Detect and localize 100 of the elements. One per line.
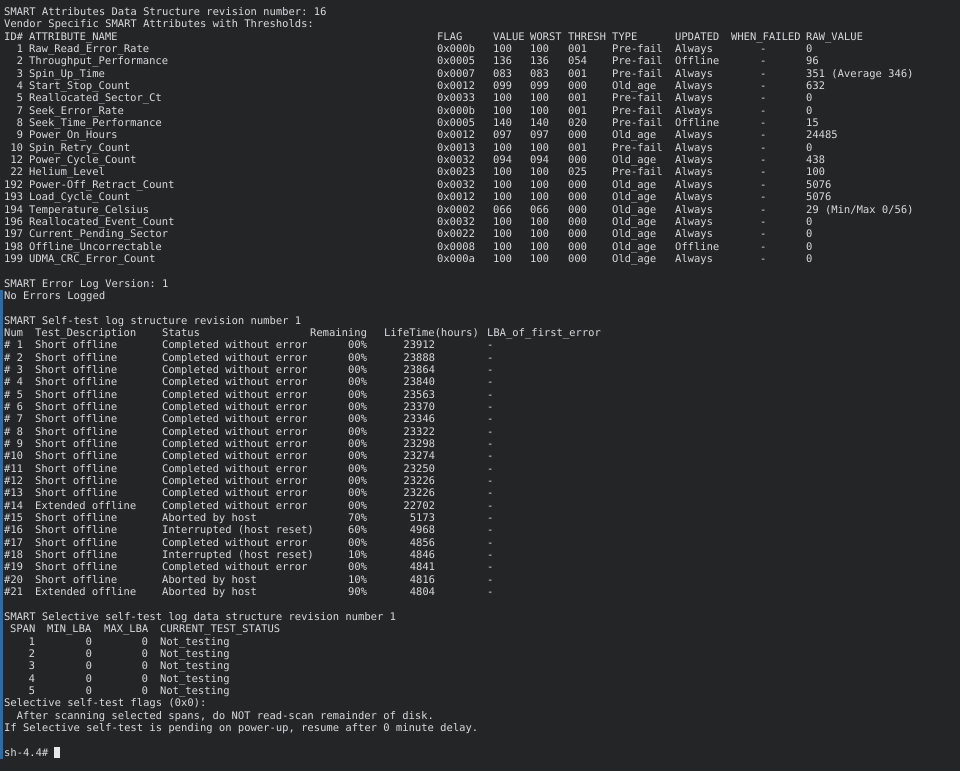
shell-prompt: sh-4.4# [4, 746, 48, 759]
table-cell-text: 4846 [408, 549, 436, 562]
table-cell-text: 0x0013 [437, 142, 476, 154]
table-cell-text: 12 [9, 154, 24, 166]
table-cell-text: 0 [140, 636, 149, 648]
table-cell-text: 100 [530, 166, 550, 179]
table-cell-text: Old_age [612, 191, 658, 204]
table-cell-text: 0 [84, 636, 93, 648]
table-cell-text: 438 [806, 154, 826, 166]
table-cell-text: #15 [4, 512, 24, 524]
table-cell-text: 001 [568, 68, 588, 80]
table-cell-text: - [487, 512, 494, 524]
table-cell-text: - [487, 388, 494, 401]
table-cell-text: - [759, 240, 768, 253]
table-cell-text: Short offline [35, 376, 118, 389]
table-cell-text: Completed without error [162, 339, 308, 352]
table-cell-text: 00% [347, 450, 368, 463]
status-message: No Errors Logged [4, 290, 106, 302]
table-cell-text: Always [675, 129, 714, 142]
section-title: SMART Error Log Version: 1 [4, 278, 170, 290]
column-header: RAW_VALUE [806, 30, 864, 44]
table-cell-text: 96 [806, 55, 820, 68]
table-cell-text: Completed without error [162, 475, 308, 488]
table-cell-text: 23840 [402, 376, 436, 389]
table-cell-text: Throughput_Performance [29, 55, 170, 68]
table-cell-text: 194 [4, 204, 24, 216]
table-cell-text: Not_testing [159, 648, 231, 660]
table-cell-text: - [759, 191, 768, 204]
table-cell-text: 100 [493, 166, 513, 179]
table-cell-text: 00% [347, 462, 368, 476]
table-cell-text: 0 [806, 92, 814, 105]
table-cell-text: 100 [530, 216, 550, 228]
table-cell-text: Temperature_Celsius [29, 204, 150, 216]
table-cell-text: Completed without error [162, 462, 308, 476]
table-cell-text: Pre-fail [612, 166, 664, 179]
table-cell-text: Aborted by host [162, 512, 258, 524]
table-cell-text: 100 [530, 43, 550, 56]
table-cell-text: - [487, 450, 494, 463]
table-cell-text: Pre-fail [612, 104, 664, 118]
column-header: ID# [4, 30, 24, 44]
table-cell-text: 632 [806, 80, 826, 92]
table-cell-text: 100 [530, 228, 550, 241]
table-cell-text: Completed without error [162, 450, 308, 463]
table-cell-text: 23370 [402, 401, 436, 414]
table-cell-text: - [487, 339, 494, 352]
column-header: Test_Description [35, 326, 138, 340]
table-cell-text: Completed without error [162, 388, 308, 401]
table-cell-text: Completed without error [162, 413, 308, 426]
table-cell-text: - [759, 80, 768, 92]
table-cell-text: 0 [806, 104, 814, 118]
column-header: LBA_of_first_error [487, 326, 602, 340]
table-cell-text: 00% [347, 426, 368, 438]
table-cell-text: 100 [493, 142, 513, 154]
table-cell-text: 000 [568, 204, 588, 216]
table-cell-text: Old_age [612, 178, 658, 192]
table-cell-text: Short offline [35, 401, 118, 414]
table-cell-text: Offline_Uncorrectable [29, 240, 163, 253]
table-cell-text: - [487, 352, 494, 364]
table-cell-text: 10% [347, 549, 368, 562]
table-cell-text: Aborted by host [162, 574, 258, 586]
table-cell-text: - [487, 536, 494, 550]
table-cell-text: 23864 [402, 364, 436, 376]
table-cell-text: 099 [493, 80, 513, 92]
table-cell-text: 0 [806, 240, 814, 253]
table-cell-text: 000 [568, 252, 588, 266]
table-cell-text: 000 [568, 216, 588, 228]
column-header: ATTRIBUTE_NAME [29, 30, 119, 44]
table-cell-text: - [487, 549, 494, 562]
table-cell-text: 00% [347, 475, 368, 488]
table-cell-text: Old_age [612, 240, 658, 253]
table-cell-text: Pre-fail [612, 68, 664, 80]
table-cell-text: 00% [347, 339, 368, 352]
table-cell-text: 23298 [402, 438, 436, 450]
table-cell-text: 100 [806, 166, 826, 179]
table-cell-text: 198 [4, 240, 24, 253]
table-cell-text: #20 [4, 574, 24, 586]
table-cell-text: 054 [568, 55, 588, 68]
table-cell-text: Completed without error [162, 561, 308, 574]
table-cell-text: 23563 [402, 388, 436, 401]
table-cell-text: 00% [347, 413, 368, 426]
table-cell-text: Old_age [612, 154, 658, 166]
table-cell-text: 70% [347, 512, 368, 524]
table-cell-text: Short offline [35, 487, 118, 500]
table-cell-text: 136 [493, 55, 513, 68]
table-cell-text: Completed without error [162, 352, 308, 364]
table-cell-text: 60% [347, 524, 368, 537]
table-cell-text: Not_testing [159, 684, 231, 698]
table-cell-text: - [487, 500, 494, 512]
column-header: THRESH [568, 30, 607, 44]
table-cell-text: 100 [493, 92, 513, 105]
table-cell-text: - [759, 55, 768, 68]
table-cell-text: 100 [493, 228, 513, 241]
table-cell-text: 000 [568, 178, 588, 192]
table-cell-text: Not_testing [159, 636, 231, 648]
section-subtitle: Vendor Specific SMART Attributes with Thresholds: [4, 18, 315, 31]
table-cell-text: 4816 [408, 574, 436, 586]
table-cell-text: Always [675, 68, 714, 80]
table-cell-text: 136 [530, 55, 550, 68]
table-cell-text: 2 [16, 55, 24, 68]
table-cell-text: 00% [347, 536, 368, 550]
